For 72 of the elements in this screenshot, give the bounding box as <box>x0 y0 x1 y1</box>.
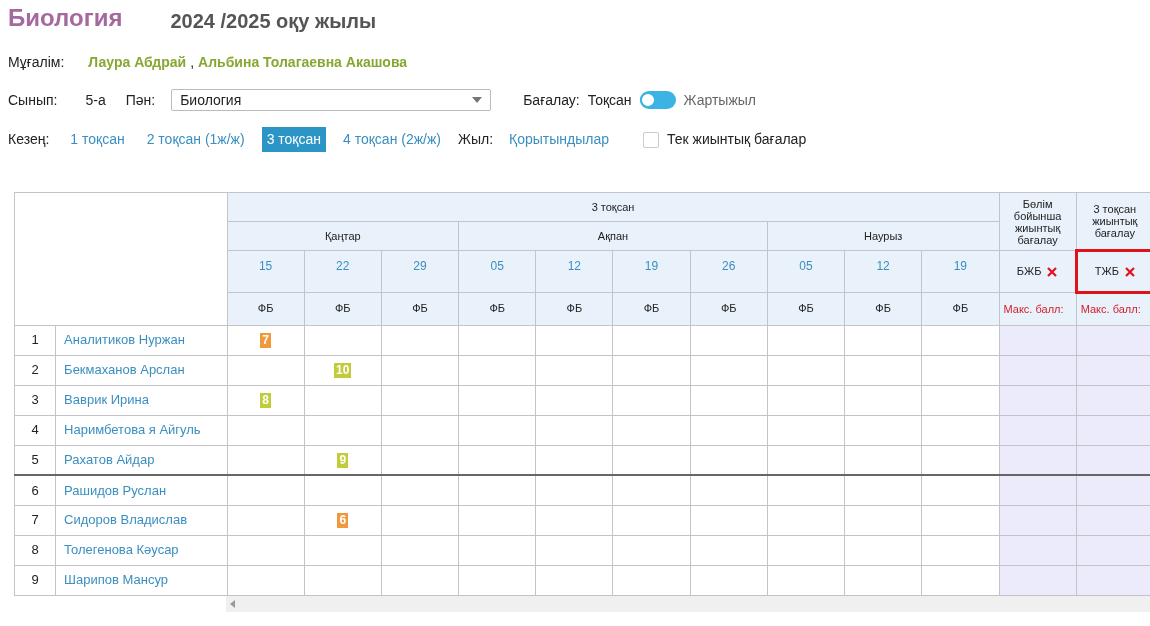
type-header: ФБ <box>844 292 922 325</box>
period-tab[interactable]: 1 тоқсан <box>65 127 130 152</box>
type-header: ФБ <box>535 292 613 325</box>
month-header: Наурыз <box>767 221 999 251</box>
date-header[interactable]: 05 <box>767 250 845 292</box>
row-number: 9 <box>14 565 56 595</box>
date-header[interactable]: 22 <box>304 250 382 292</box>
subject-title: Биология <box>8 3 123 33</box>
summative-header: Бөлім бойынша жиынтық бағалау <box>999 192 1077 251</box>
grade-mark: 7 <box>260 333 271 349</box>
type-header: ФБ <box>304 292 382 325</box>
toggle-switch[interactable] <box>639 91 676 109</box>
type-header: ФБ <box>921 292 999 325</box>
results-link[interactable]: Қорытындылар <box>509 129 610 150</box>
delete-icon[interactable] <box>1047 267 1058 278</box>
type-header: ФБ <box>227 292 305 325</box>
row-number: 7 <box>14 505 56 535</box>
row-number: 8 <box>14 535 56 565</box>
grading-option: Тоқсан <box>587 89 632 111</box>
max-score-label: Макс. балл: <box>1076 292 1150 325</box>
left-arrow-icon[interactable] <box>230 599 235 608</box>
grade-mark: 8 <box>260 393 271 409</box>
type-header: ФБ <box>612 292 691 325</box>
grade-mark: 9 <box>337 453 349 468</box>
row-number: 2 <box>14 355 56 385</box>
month-header: Ақпан <box>458 221 768 251</box>
delete-icon[interactable] <box>1124 267 1135 278</box>
separator-text: , <box>190 53 195 72</box>
subject-label: Пән: <box>125 90 156 110</box>
date-header[interactable]: 26 <box>690 250 768 292</box>
date-header[interactable]: 05 <box>458 250 536 292</box>
month-header: Қаңтар <box>227 221 459 251</box>
subject-select[interactable]: Биология <box>171 89 492 111</box>
select-value: Биология <box>180 90 242 110</box>
type-header: ФБ <box>381 292 459 325</box>
period-label: Кезең: <box>8 130 50 149</box>
grade-mark: 10 <box>334 363 352 379</box>
grade-mark: 6 <box>337 513 349 529</box>
row-number: 5 <box>14 445 56 475</box>
teacher-link[interactable]: Альбина Толагаевна Акашова <box>198 52 408 73</box>
class-value: 5-а <box>85 90 106 110</box>
date-header[interactable]: 19 <box>612 250 691 292</box>
checkbox-label: Тек жиынтық бағалар <box>667 130 807 149</box>
period-tab[interactable]: 3 тоқсан <box>261 127 326 152</box>
date-header[interactable]: 19 <box>921 250 999 292</box>
row-number: 3 <box>14 385 56 415</box>
teacher-label: Мұғалім: <box>8 53 65 72</box>
date-header[interactable]: 29 <box>381 250 459 292</box>
year-label: Жыл: <box>458 130 494 149</box>
date-header[interactable]: 12 <box>844 250 922 292</box>
grading-label: Бағалау: <box>523 90 580 110</box>
row-number: 1 <box>14 325 56 355</box>
row-number: 4 <box>14 415 56 445</box>
period-tab[interactable]: 2 тоқсан (1ж/ж) <box>141 127 250 152</box>
grading-option: Жартыжыл <box>683 89 757 111</box>
row-number: 6 <box>14 475 56 505</box>
summative-code: БЖБ <box>1016 265 1042 277</box>
summative-code: ТЖБ <box>1094 265 1119 277</box>
date-header[interactable]: 12 <box>535 250 613 292</box>
type-header: ФБ <box>690 292 768 325</box>
period-header: 3 тоқсан <box>227 192 999 222</box>
class-label: Сынып: <box>8 90 58 110</box>
period-tab[interactable]: 4 тоқсан (2ж/ж) <box>338 127 446 152</box>
type-header: ФБ <box>458 292 536 325</box>
date-header[interactable]: 15 <box>227 250 305 292</box>
teacher-link[interactable]: Лаура Абдрай <box>88 52 187 73</box>
school-year: 2024 /2025 оқу жылы <box>170 9 377 34</box>
summative-header: 3 тоқсан жиынтық бағалау <box>1076 192 1150 251</box>
caret-icon <box>472 97 483 103</box>
type-header: ФБ <box>767 292 845 325</box>
checkbox[interactable] <box>643 131 660 148</box>
max-score-label: Макс. балл: <box>999 292 1077 325</box>
